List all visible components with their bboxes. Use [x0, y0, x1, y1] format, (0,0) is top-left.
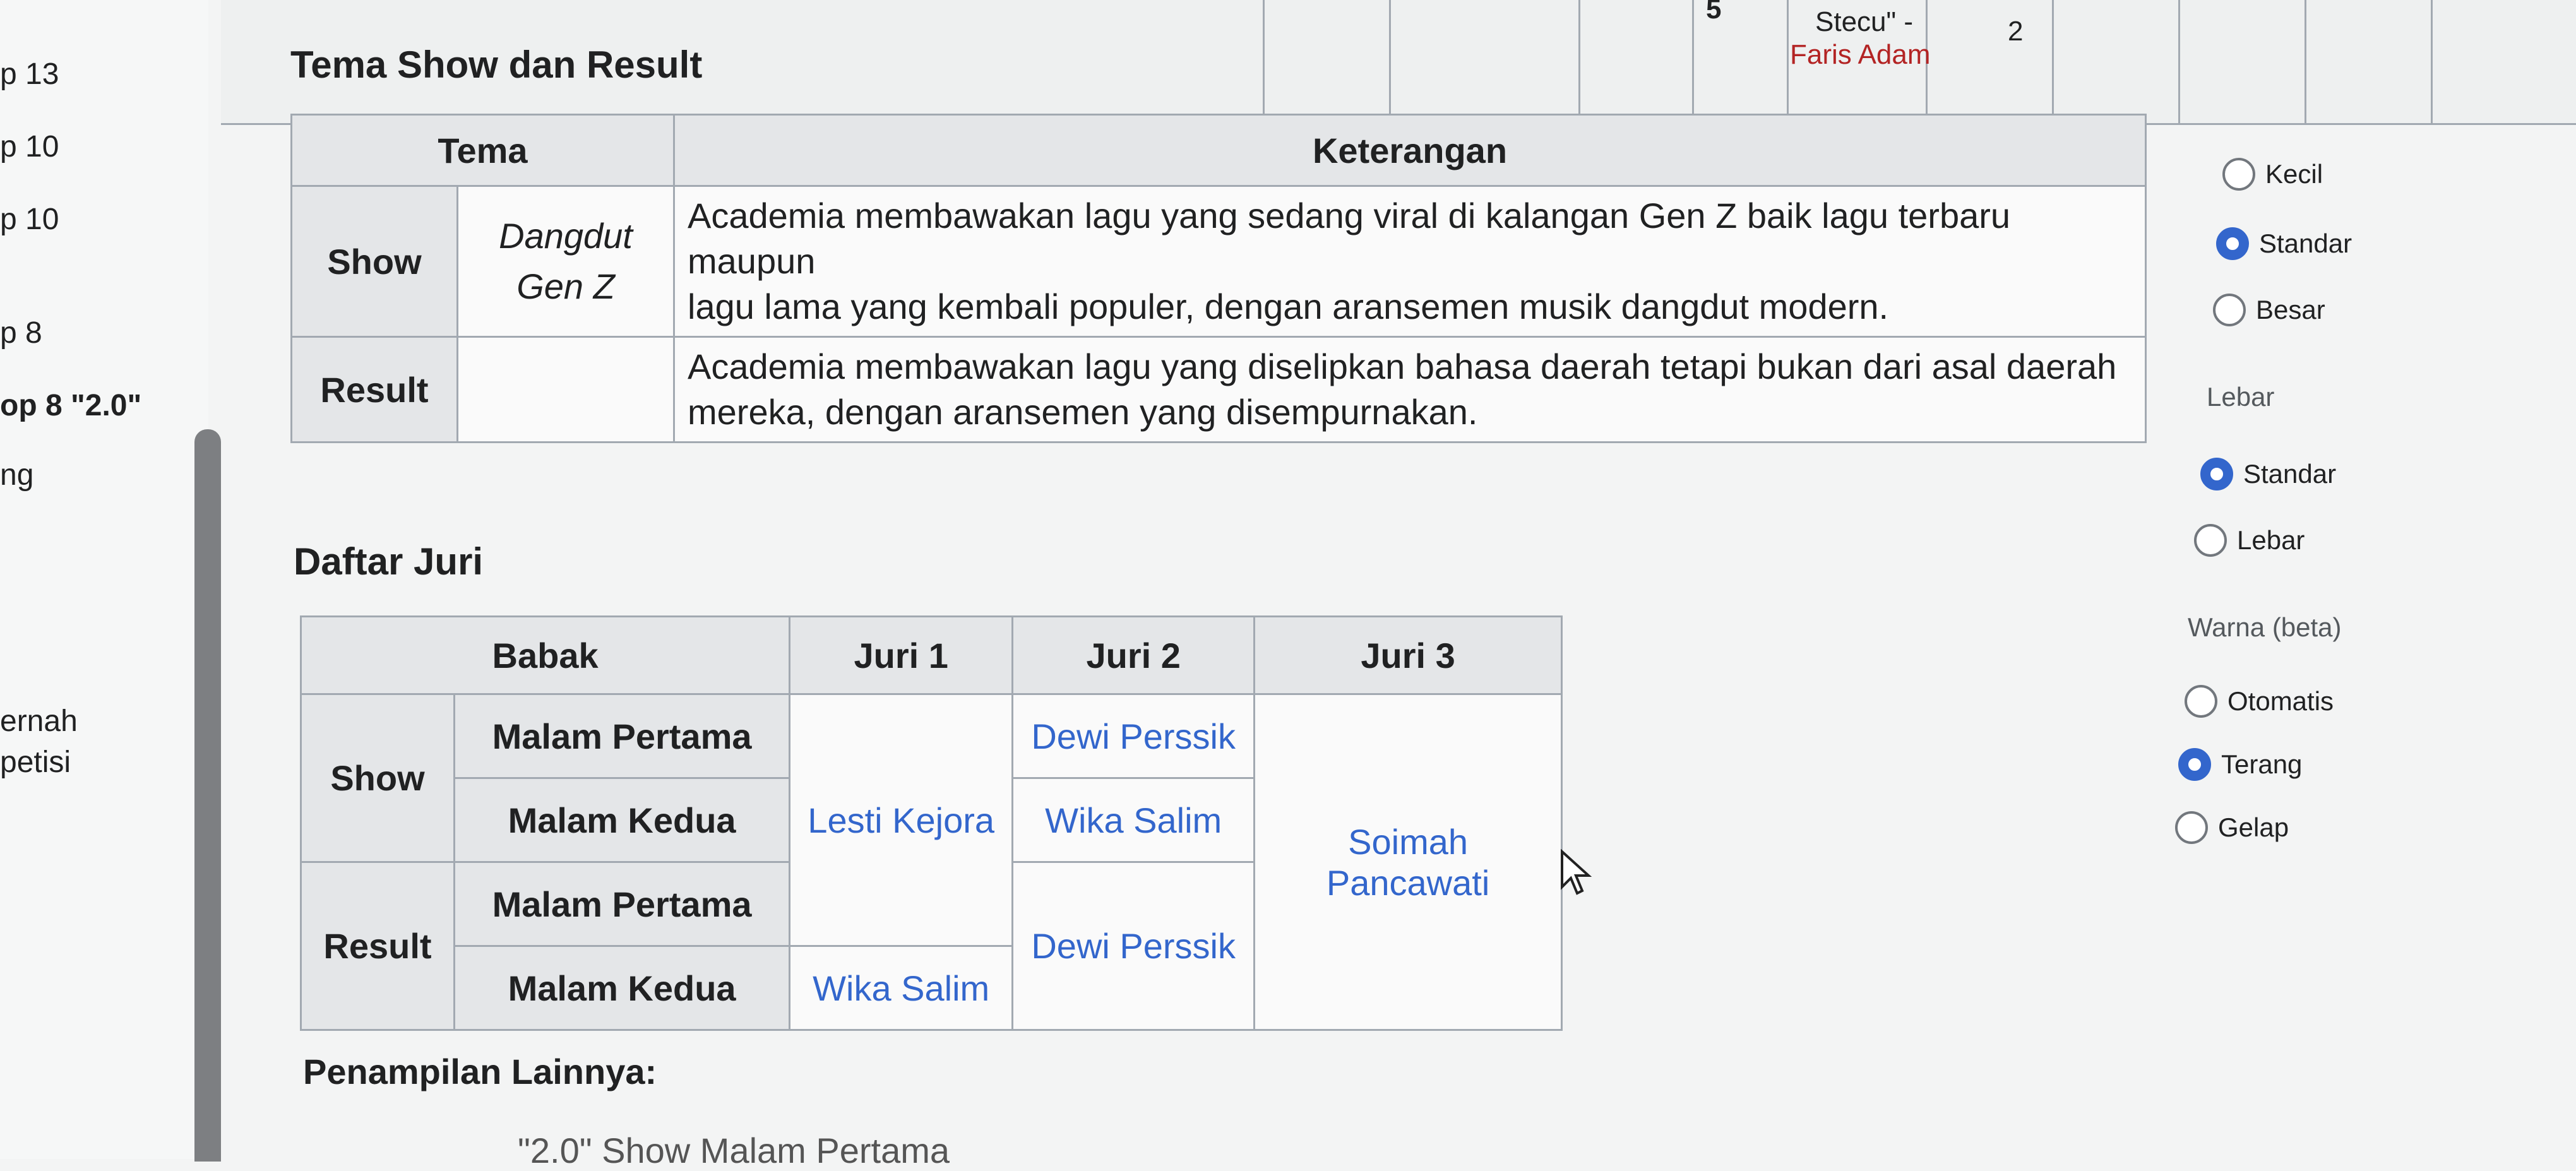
jury-section-title: Daftar Juri — [294, 540, 484, 583]
theme-section-title: Tema Show dan Result — [290, 44, 703, 86]
other-partial-line[interactable]: "2.0" Show Malam Pertama — [518, 1130, 950, 1171]
juri-link[interactable]: Soimah Pancawati — [1253, 693, 1563, 1031]
jury-header-babak: Babak — [299, 615, 791, 695]
sidebar-item[interactable]: ng — [0, 458, 33, 492]
radio-icon[interactable] — [2185, 685, 2217, 718]
color-group-label: Warna (beta) — [2188, 612, 2342, 642]
theme-tema-line1: Dangdut — [499, 216, 633, 256]
juri-link[interactable]: Wika Salim — [1011, 777, 1256, 863]
radio-icon[interactable] — [2175, 811, 2208, 844]
radio-checked-icon[interactable] — [2200, 458, 2233, 490]
radio-icon[interactable] — [2222, 158, 2255, 191]
top-name-line1: Stecu" - — [1815, 6, 1914, 37]
sidebar-item[interactable]: op 8 "2.0" — [0, 388, 141, 423]
top-name-line2[interactable]: Faris Adam — [1790, 39, 1931, 71]
juri-link[interactable]: Wika Salim — [789, 945, 1014, 1031]
theme-row-babak: Result — [290, 336, 458, 443]
jury-header-juri3: Juri 3 — [1253, 615, 1563, 695]
keterangan-line2: mereka, dengan aransemen yang disempurna… — [688, 392, 1478, 432]
width-option-lebar[interactable]: Lebar — [2194, 524, 2305, 557]
juri-link[interactable]: Lesti Kejora — [789, 693, 1014, 947]
jury-babak-show: Show — [300, 693, 455, 863]
jury-malam: Malam Kedua — [453, 945, 791, 1031]
juri-link[interactable]: Dewi Perssik — [1011, 861, 1256, 1031]
sidebar-item[interactable]: p 13 — [0, 57, 59, 92]
theme-row-keterangan: Academia membawakan lagu yang diselipkan… — [673, 336, 2147, 443]
sidebar-item[interactable]: petisi — [0, 745, 71, 780]
width-option-standar[interactable]: Standar — [2200, 458, 2336, 490]
mouse-cursor-icon — [1561, 849, 1592, 895]
jury-malam: Malam Pertama — [453, 861, 791, 947]
top-count: 2 — [2008, 16, 2024, 47]
radio-checked-icon[interactable] — [2178, 748, 2211, 781]
other-section-title: Penampilan Lainnya: — [303, 1052, 657, 1091]
keterangan-line1: Academia membawakan lagu yang diselipkan… — [688, 347, 2117, 386]
jury-table: Babak Juri 1 Juri 2 Juri 3 Show Malam Pe… — [299, 615, 1563, 1031]
left-sidebar: p 13 p 10 p 10 p 8 op 8 "2.0" ng ernah p… — [0, 0, 208, 1159]
theme-row-tema — [456, 336, 675, 443]
theme-table: Tema Keterangan Show Dangdut Gen Z Acade… — [290, 114, 2147, 443]
theme-header-keterangan: Keterangan — [673, 114, 2147, 187]
theme-header-tema: Tema — [290, 114, 675, 187]
juri-link[interactable]: Dewi Perssik — [1011, 693, 1256, 779]
scrollbar-thumb[interactable] — [194, 429, 221, 1162]
size-option-besar[interactable]: Besar — [2213, 294, 2325, 326]
keterangan-line2: lagu lama yang kembali populer, dengan a… — [688, 287, 1889, 326]
size-option-label: Besar — [2256, 295, 2325, 324]
size-option-label: Kecil — [2265, 159, 2323, 189]
sidebar-item[interactable]: p 8 — [0, 316, 42, 350]
jury-malam: Malam Pertama — [453, 693, 791, 779]
theme-tema-line2: Gen Z — [516, 266, 615, 306]
width-group-label: Lebar — [2207, 382, 2275, 412]
jury-header-juri2: Juri 2 — [1011, 615, 1256, 695]
color-option-label: Terang — [2221, 749, 2303, 779]
sidebar-item[interactable]: ernah — [0, 704, 78, 739]
theme-row-keterangan: Academia membawakan lagu yang sedang vir… — [673, 185, 2147, 338]
keterangan-line1: Academia membawakan lagu yang sedang vir… — [688, 196, 2011, 281]
color-option-terang[interactable]: Terang — [2178, 748, 2302, 781]
color-option-label: Gelap — [2218, 812, 2289, 842]
size-option-label: Standar — [2259, 229, 2352, 258]
size-option-kecil[interactable]: Kecil — [2222, 158, 2323, 191]
radio-icon[interactable] — [2213, 294, 2246, 326]
top-number: 5 — [1706, 0, 1722, 25]
theme-row-tema: Dangdut Gen Z — [456, 185, 675, 338]
jury-header-juri1: Juri 1 — [789, 615, 1014, 695]
jury-malam: Malam Kedua — [453, 777, 791, 863]
color-option-label: Otomatis — [2227, 686, 2334, 716]
color-option-otomatis[interactable]: Otomatis — [2185, 685, 2334, 718]
jury-babak-result: Result — [300, 861, 455, 1031]
size-option-standar[interactable]: Standar — [2216, 227, 2352, 260]
width-option-label: Standar — [2243, 459, 2337, 489]
radio-checked-icon[interactable] — [2216, 227, 2249, 260]
sidebar-item[interactable]: p 10 — [0, 202, 59, 237]
color-option-gelap[interactable]: Gelap — [2175, 811, 2289, 844]
width-option-label: Lebar — [2237, 525, 2305, 555]
theme-row-babak: Show — [290, 185, 458, 338]
sidebar-item[interactable]: p 10 — [0, 129, 59, 164]
radio-icon[interactable] — [2194, 524, 2227, 557]
